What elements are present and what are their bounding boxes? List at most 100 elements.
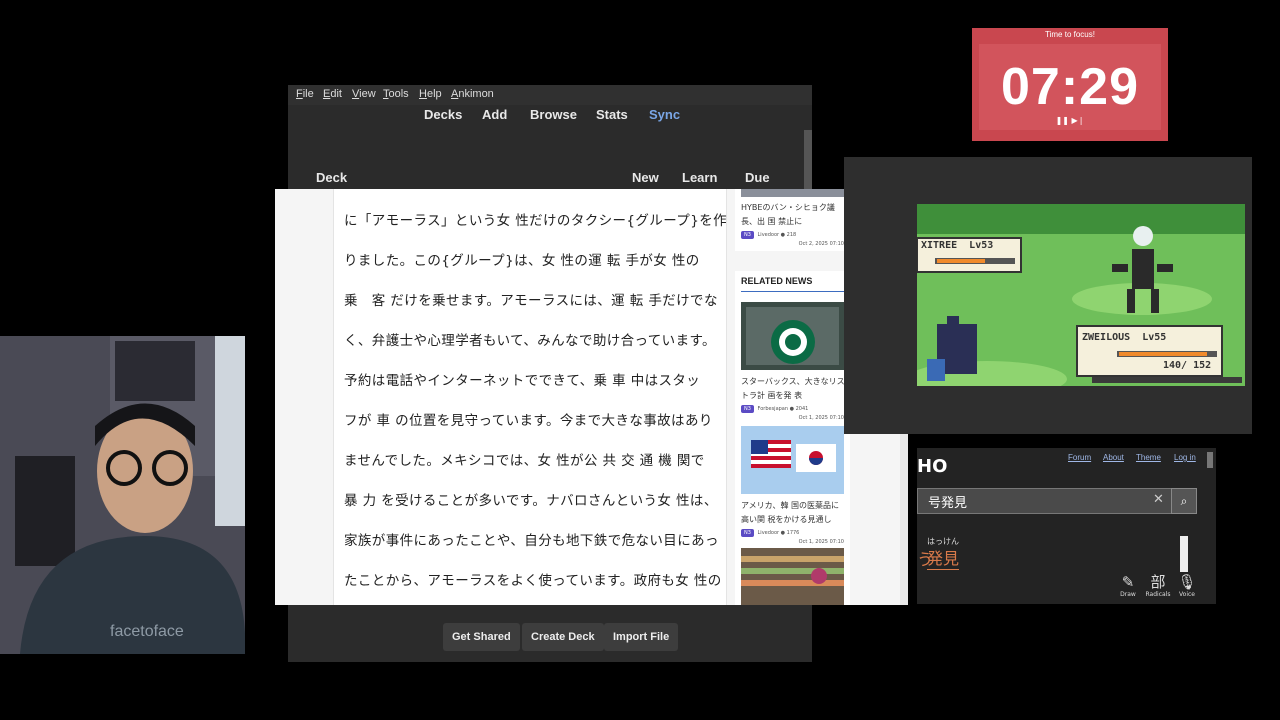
- dict-search-input[interactable]: 号発見 ✕: [917, 488, 1177, 514]
- news-views: 218: [786, 232, 797, 238]
- news-card-top[interactable]: HYBEのバン・シヒョク議長、出 国 禁止に N3 Livedoor ● 218…: [735, 189, 850, 251]
- timer-label: Time to focus!: [1045, 30, 1095, 39]
- col-due: Due: [745, 170, 770, 185]
- eye-icon: ●: [780, 530, 786, 536]
- article-line: 予約は電話やインターネットでできて、乗 車 中はスタッ: [344, 373, 701, 389]
- col-learn: Learn: [682, 170, 718, 185]
- get-shared-button[interactable]: Get Shared: [443, 623, 520, 651]
- microphone-icon: 🎙: [1177, 573, 1197, 591]
- radicals-label: Radicals: [1145, 591, 1171, 598]
- article-line: りました。この{グループ}は、女 性の運 転 手が女 性の: [344, 253, 700, 269]
- svg-text:facetoface: facetoface: [110, 623, 184, 640]
- news-thumbnail[interactable]: [741, 548, 844, 605]
- import-file-button[interactable]: Import File: [604, 623, 679, 651]
- grocery-image-icon: [741, 548, 844, 605]
- news-meta: N3 Forbesjapan ● 2041: [741, 405, 808, 413]
- radicals-tool[interactable]: 部 Radicals: [1143, 573, 1173, 598]
- toolbar-decks[interactable]: Decks: [424, 107, 462, 122]
- dict-outer-scrollbar[interactable]: [1207, 452, 1213, 468]
- dict-scrollbar[interactable]: [1180, 536, 1188, 572]
- link-about[interactable]: About: [1103, 453, 1124, 462]
- divider: [741, 291, 844, 292]
- battle-scene-icon: [917, 204, 1245, 386]
- news-source: Forbesjapan: [757, 406, 789, 412]
- battle-screen: XITREE Lv53 ZWEILOUS Lv55 140/ 152: [917, 204, 1245, 386]
- menu-edit[interactable]: Edit: [323, 88, 342, 100]
- menu-help[interactable]: Help: [419, 88, 442, 100]
- player-name: ZWEILOUS Lv55: [1082, 332, 1167, 343]
- news-date: Oct 1, 2025 07:10: [798, 415, 844, 421]
- news-thumbnail: [741, 302, 844, 370]
- starbucks-logo-icon: [741, 302, 844, 370]
- article-line: フが 車 の位置を見守っています。今まで大きな事故はあり: [344, 413, 713, 429]
- link-theme[interactable]: Theme: [1136, 453, 1161, 462]
- article-body: に「アモーラス」という女 性だけのタクシー{グループ}を作 りました。この{グル…: [333, 189, 727, 605]
- timer-controls[interactable]: ❚❚ ▶❘: [979, 116, 1161, 125]
- news-thumbnail: [741, 189, 844, 197]
- eye-icon: ●: [780, 232, 786, 238]
- news-views: 1776: [786, 530, 800, 536]
- news-caption: HYBEのバン・シヒョク議長、出 国 禁止に: [741, 203, 835, 226]
- news-meta: N3 Livedoor ● 1776: [741, 529, 799, 537]
- menu-view[interactable]: View: [352, 88, 376, 100]
- article-line: く、弁護士や心理学者もいて、みんなで助け合っています。: [344, 333, 716, 349]
- dictionary-window: HO Forum About Theme Log in 号発見 ✕ ⌕ はっけん…: [917, 448, 1216, 604]
- create-deck-button[interactable]: Create Deck: [522, 623, 604, 651]
- menu-tools[interactable]: Tools: [383, 88, 409, 100]
- menu-ankimon[interactable]: Ankimon: [451, 88, 494, 100]
- anki-scrollbar[interactable]: [804, 130, 812, 190]
- article-line: 家族が事件にあったことや、自分も地下鉄で危ない目にあっ: [344, 533, 719, 549]
- toolbar-add[interactable]: Add: [482, 107, 507, 122]
- result-word[interactable]: 発見: [927, 545, 960, 570]
- draw-icon: ✎: [1121, 573, 1135, 591]
- eye-icon: ●: [789, 406, 795, 412]
- article-line: 暴 力 を受けることが多いです。ナバロさんという女 性は、: [344, 493, 718, 509]
- enemy-name: XITREE Lv53: [921, 240, 994, 251]
- news-caption: アメリカ、韓 国の医薬品に高い関 税をかける見通し: [741, 501, 839, 524]
- article-line: に「アモーラス」という女 性だけのタクシー{グループ}を作: [344, 213, 727, 229]
- toolbar-browse[interactable]: Browse: [530, 107, 577, 122]
- clear-icon[interactable]: ✕: [1153, 492, 1164, 507]
- news-thumbnail: [741, 426, 844, 494]
- toolbar-sync[interactable]: Sync: [649, 107, 680, 122]
- timer-face: 07:29 ❚❚ ▶❘: [979, 44, 1161, 130]
- col-deck: Deck: [316, 170, 348, 185]
- radicals-icon: 部: [1150, 573, 1166, 591]
- player-hp: 140/ 152: [1163, 360, 1212, 371]
- anki-menubar: File Edit View Tools Help Ankimon: [288, 85, 812, 105]
- focus-timer: Time to focus! 07:29 ❚❚ ▶❘: [972, 28, 1168, 141]
- search-icon[interactable]: ⌕: [1171, 488, 1197, 514]
- news-date: Oct 1, 2025 07:10: [798, 539, 844, 545]
- search-query: 号発見: [928, 496, 968, 511]
- news-source: Livedoor: [757, 232, 780, 238]
- link-forum[interactable]: Forum: [1068, 453, 1091, 462]
- toolbar-stats[interactable]: Stats: [596, 107, 628, 122]
- dict-logo: HO: [917, 456, 948, 477]
- col-new: New: [632, 170, 659, 185]
- game-window: XITREE Lv53 ZWEILOUS Lv55 140/ 152: [844, 157, 1252, 434]
- news-source: Livedoor: [757, 530, 780, 536]
- article-line: 乗 客 だけを乗せます。アモーラスには、運 転 手だけでな: [344, 293, 718, 309]
- news-date: Oct 2, 2025 07:10: [798, 241, 844, 247]
- related-news: RELATED NEWS スターバックス、大きなリストラ計 画を発 表 N3 F…: [735, 271, 850, 605]
- menu-file[interactable]: File: [296, 88, 314, 100]
- link-login[interactable]: Log in: [1174, 453, 1196, 462]
- browser-window: に「アモーラス」という女 性だけのタクシー{グループ}を作 りました。この{グル…: [275, 189, 908, 605]
- jlpt-badge: N3: [741, 231, 754, 239]
- draw-label: Draw: [1120, 591, 1136, 598]
- article-line: たことから、アモーラスをよく使っています。政府も女 性の: [344, 573, 722, 589]
- webcam-person-image: facetoface: [0, 336, 245, 654]
- timer-time: 07:29: [1001, 58, 1139, 116]
- flags-image-icon: [741, 426, 844, 494]
- article-line: ませんでした。メキシコでは、女 性が公 共 交 通 機 関で: [344, 453, 705, 469]
- news-meta: N3 Livedoor ● 218: [741, 231, 796, 239]
- news-caption: スターバックス、大きなリストラ計 画を発 表: [741, 377, 845, 400]
- news-views: 2041: [795, 406, 809, 412]
- voice-tool[interactable]: 🎙 Voice: [1172, 573, 1202, 598]
- webcam-feed: facetoface: [0, 336, 245, 654]
- jlpt-badge: N3: [741, 405, 754, 413]
- jlpt-badge: N3: [741, 529, 754, 537]
- draw-tool[interactable]: ✎ Draw: [1113, 573, 1143, 598]
- related-news-title: RELATED NEWS: [741, 276, 813, 286]
- voice-label: Voice: [1179, 591, 1195, 598]
